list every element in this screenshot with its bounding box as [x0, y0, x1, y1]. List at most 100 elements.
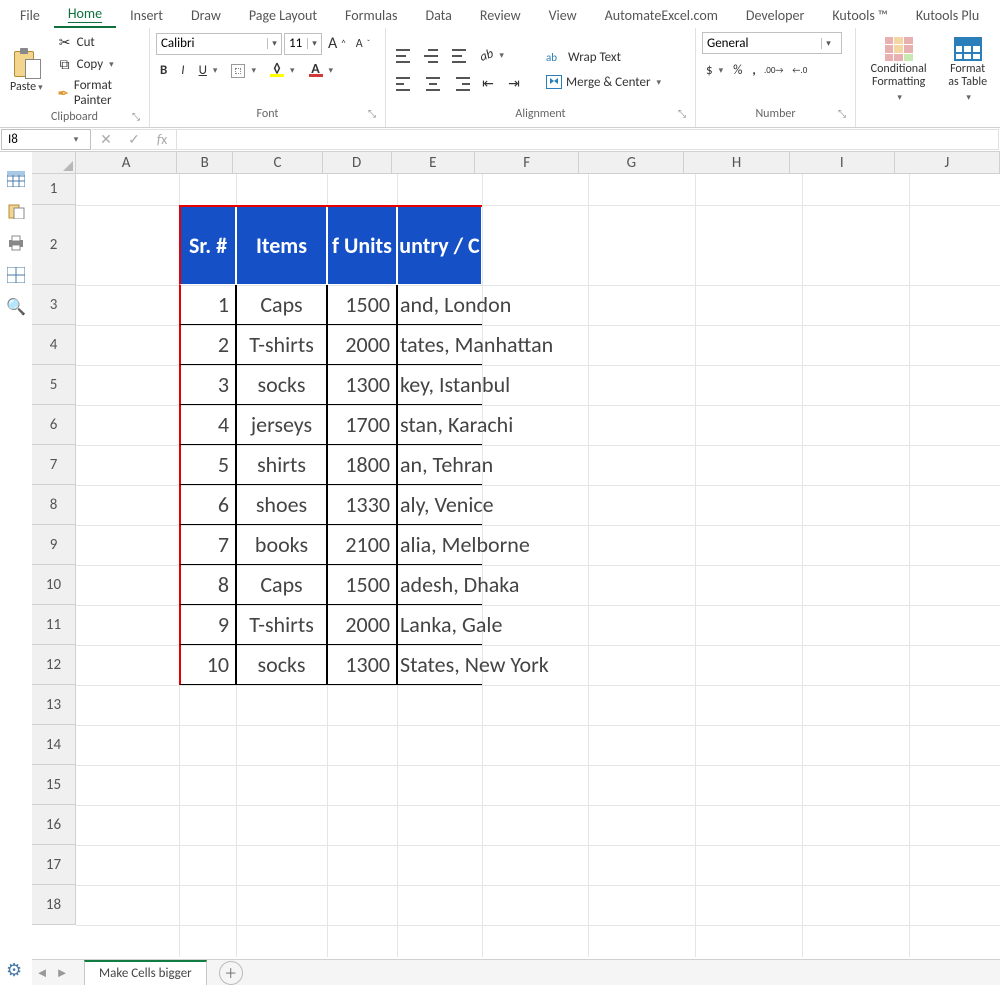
- column-header-C[interactable]: C: [233, 152, 322, 173]
- table-cell[interactable]: 7: [179, 525, 236, 565]
- table-cell[interactable]: key, Istanbul: [397, 365, 482, 405]
- row-header-3[interactable]: 3: [32, 285, 75, 325]
- row-header-10[interactable]: 10: [32, 565, 75, 605]
- tab-formulas[interactable]: Formulas: [331, 3, 411, 28]
- row-header-15[interactable]: 15: [32, 765, 75, 805]
- conditional-formatting-button[interactable]: Conditional Formatting: [862, 35, 935, 105]
- table-cell[interactable]: 1330: [327, 485, 397, 525]
- align-middle-button[interactable]: [420, 46, 446, 66]
- format-as-table-button[interactable]: Format as Table: [941, 35, 994, 105]
- decrease-font-button[interactable]: Aˇ: [352, 35, 375, 53]
- table-cell[interactable]: 1300: [327, 365, 397, 405]
- table-cell[interactable]: 2000: [327, 325, 397, 365]
- name-box-dropdown[interactable]: ▾: [62, 134, 90, 145]
- decrease-indent-button[interactable]: ⇤: [476, 74, 500, 94]
- underline-button[interactable]: U: [195, 61, 222, 80]
- column-header-J[interactable]: J: [895, 152, 1000, 173]
- name-box[interactable]: ▾: [1, 129, 91, 150]
- column-header-D[interactable]: D: [323, 152, 392, 173]
- row-header-13[interactable]: 13: [32, 685, 75, 725]
- table-cell[interactable]: 1500: [327, 565, 397, 605]
- enter-formula-button[interactable]: ✓: [120, 131, 148, 148]
- tab-home[interactable]: Home: [54, 1, 116, 28]
- side-grid-icon[interactable]: [6, 266, 26, 284]
- table-cell[interactable]: T-shirts: [236, 605, 327, 645]
- font-size-combo[interactable]: ▾: [284, 33, 322, 55]
- clipboard-launcher[interactable]: ⤡: [129, 110, 143, 124]
- number-launcher[interactable]: ⤡: [835, 107, 849, 121]
- table-cell[interactable]: an, Tehran: [397, 445, 482, 485]
- tab-data[interactable]: Data: [411, 3, 465, 28]
- row-header-9[interactable]: 9: [32, 525, 75, 565]
- table-cell[interactable]: socks: [236, 365, 327, 405]
- row-header-12[interactable]: 12: [32, 645, 75, 685]
- format-painter-button[interactable]: ✒Format Painter: [53, 76, 143, 110]
- wrap-text-button[interactable]: ab Wrap Text: [542, 48, 665, 67]
- comma-button[interactable]: ,: [748, 61, 759, 80]
- table-cell[interactable]: alia, Melborne: [397, 525, 482, 565]
- table-cell[interactable]: and, London: [397, 285, 482, 325]
- table-cell[interactable]: adesh, Dhaka: [397, 565, 482, 605]
- sheet-nav-next[interactable]: ►: [52, 965, 72, 981]
- row-header-1[interactable]: 1: [32, 174, 75, 205]
- row-header-2[interactable]: 2: [32, 205, 75, 285]
- tab-developer[interactable]: Developer: [732, 3, 818, 28]
- number-format-combo[interactable]: ▾: [702, 32, 842, 54]
- row-header-8[interactable]: 8: [32, 485, 75, 525]
- row-header-5[interactable]: 5: [32, 365, 75, 405]
- table-cell[interactable]: jerseys: [236, 405, 327, 445]
- formula-input[interactable]: [177, 129, 999, 150]
- table-cell[interactable]: 1: [179, 285, 236, 325]
- cancel-formula-button[interactable]: ✕: [92, 131, 120, 148]
- settings-gear-icon[interactable]: ⚙: [6, 959, 22, 981]
- table-header-cell[interactable]: untry / C: [397, 205, 482, 285]
- font-name-combo[interactable]: ▾: [156, 33, 282, 55]
- worksheet[interactable]: ABCDEFGHIJ 123456789101112131415161718 S…: [32, 152, 1000, 957]
- row-header-16[interactable]: 16: [32, 805, 75, 845]
- column-header-G[interactable]: G: [579, 152, 684, 173]
- merge-center-button[interactable]: Merge & Center: [542, 73, 665, 92]
- table-row[interactable]: 2T-shirts2000tates, Manhattan: [179, 325, 482, 365]
- table-cell[interactable]: 1500: [327, 285, 397, 325]
- cut-button[interactable]: ✂Cut: [53, 32, 143, 52]
- row-header-17[interactable]: 17: [32, 845, 75, 885]
- tab-automate[interactable]: AutomateExcel.com: [591, 3, 732, 28]
- column-header-I[interactable]: I: [790, 152, 895, 173]
- table-row[interactable]: 10socks1300States, New York: [179, 645, 482, 685]
- table-row[interactable]: 1Caps1500and, London: [179, 285, 482, 325]
- table-row[interactable]: 6shoes1330aly, Venice: [179, 485, 482, 525]
- align-top-button[interactable]: [392, 46, 418, 66]
- align-bottom-button[interactable]: [448, 46, 474, 66]
- table-cell[interactable]: 9: [179, 605, 236, 645]
- row-header-4[interactable]: 4: [32, 325, 75, 365]
- increase-font-button[interactable]: A^: [324, 32, 350, 55]
- table-cell[interactable]: socks: [236, 645, 327, 685]
- table-cell[interactable]: 10: [179, 645, 236, 685]
- table-cell[interactable]: 2000: [327, 605, 397, 645]
- table-cell[interactable]: 3: [179, 365, 236, 405]
- copy-button[interactable]: ⧉Copy: [53, 54, 143, 74]
- table-cell[interactable]: 1300: [327, 645, 397, 685]
- borders-button[interactable]: [227, 62, 260, 80]
- tab-page-layout[interactable]: Page Layout: [235, 3, 331, 28]
- insert-function-button[interactable]: fx: [148, 131, 176, 148]
- tab-draw[interactable]: Draw: [177, 3, 235, 28]
- tab-insert[interactable]: Insert: [116, 3, 177, 28]
- table-cell[interactable]: Caps: [236, 565, 327, 605]
- row-header-14[interactable]: 14: [32, 725, 75, 765]
- table-header-cell[interactable]: Items: [236, 205, 327, 285]
- table-cell[interactable]: books: [236, 525, 327, 565]
- table-cell[interactable]: 6: [179, 485, 236, 525]
- fill-color-button[interactable]: ◊: [266, 62, 299, 79]
- column-header-B[interactable]: B: [177, 152, 233, 173]
- increase-decimal-button[interactable]: .00→: [762, 60, 786, 80]
- row-header-11[interactable]: 11: [32, 605, 75, 645]
- new-sheet-button[interactable]: ＋: [219, 961, 243, 985]
- column-header-F[interactable]: F: [475, 152, 579, 173]
- table-cell[interactable]: Lanka, Gale: [397, 605, 482, 645]
- side-table-icon[interactable]: [6, 170, 26, 188]
- font-launcher[interactable]: ⤡: [365, 107, 379, 121]
- table-row[interactable]: 7books2100alia, Melborne: [179, 525, 482, 565]
- tab-kutools[interactable]: Kutools ™: [818, 3, 901, 28]
- tab-view[interactable]: View: [535, 3, 591, 28]
